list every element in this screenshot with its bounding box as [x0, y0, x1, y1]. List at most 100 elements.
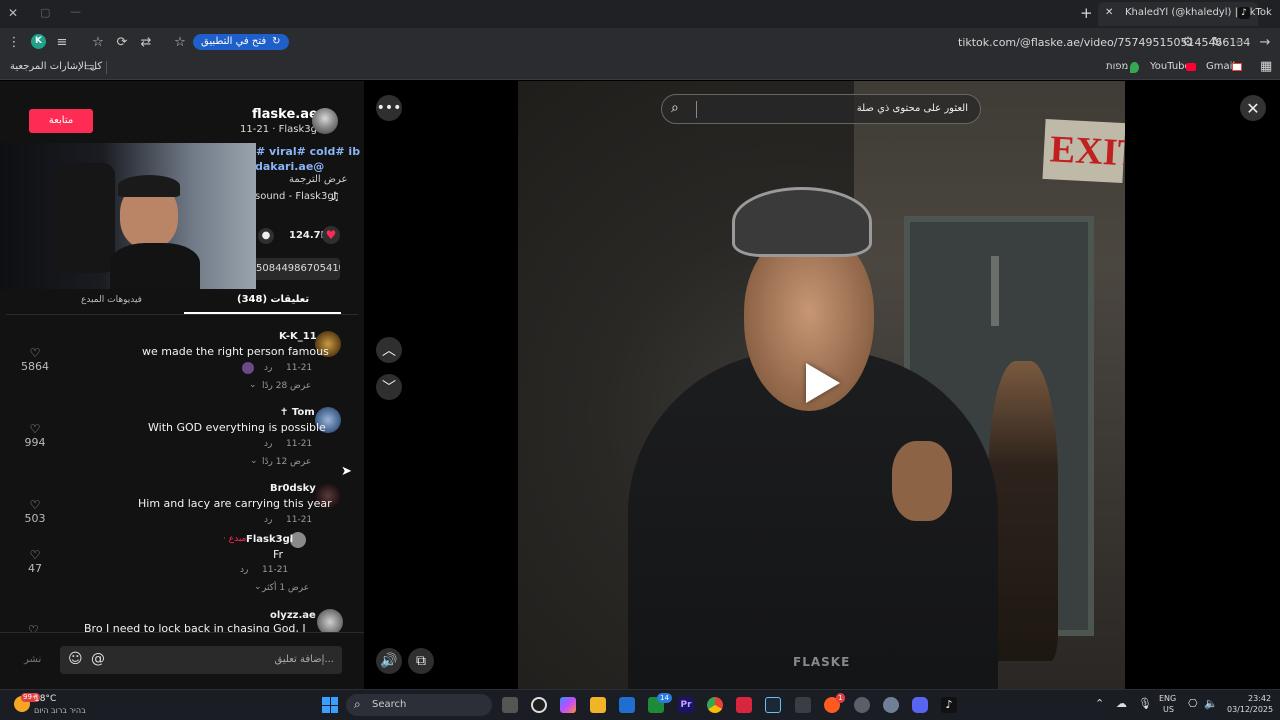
heart-outline-icon: ♡ [29, 498, 41, 512]
new-tab-button[interactable]: + [1080, 4, 1093, 22]
tab-creator-videos[interactable]: فيديوهات المبدع [81, 295, 142, 305]
chevron-down-icon: ⌄ [249, 380, 257, 390]
speaker-icon[interactable]: 🔈 [1204, 697, 1218, 710]
app-red-icon[interactable] [736, 697, 752, 713]
profile-avatar[interactable]: K [31, 34, 46, 49]
comment-author[interactable]: olyzz.ae [270, 610, 316, 621]
view-more-link[interactable]: عرض 1 أكثر [262, 583, 309, 593]
reply-author[interactable]: Flask3gl [246, 534, 293, 545]
heart-liked-icon[interactable]: ♥ [322, 226, 340, 244]
reply-link[interactable]: رد [240, 565, 248, 575]
active-tab[interactable]: ✕ KhaledYl (@khaledyl) | TikTok ♪ [1098, 2, 1272, 26]
menu-dots-icon[interactable]: ⋮ [4, 32, 24, 52]
system-gear-icon[interactable] [883, 697, 899, 713]
cloud-icon[interactable]: ☁ [1116, 697, 1127, 710]
tab-close-icon[interactable]: ✕ [1105, 7, 1113, 18]
comment-author[interactable]: ✝ Tom [280, 407, 315, 418]
reading-list-icon[interactable]: ≡ [52, 32, 72, 52]
reply-link[interactable]: رد [264, 439, 272, 449]
badge-14: 14 [657, 693, 672, 703]
mention-icon[interactable]: @ [91, 651, 105, 667]
volume-icon[interactable]: 🔊 [376, 648, 402, 674]
extensions-icon[interactable]: ⟳ [112, 32, 132, 52]
favorites-icon[interactable]: ☆ [88, 32, 108, 52]
back-icon[interactable]: → [1255, 32, 1275, 52]
previous-video-button[interactable]: ︿ [376, 337, 402, 363]
more-options-icon[interactable]: ••• [376, 95, 402, 121]
picture-in-picture-icon[interactable]: ⧉ [408, 648, 434, 674]
bookmark-maps[interactable]: מפות [1106, 61, 1128, 72]
caption-mention[interactable]: dakari.ae@ [255, 160, 324, 173]
comment-input[interactable]: ☺ @ إضافة تعليق... [60, 646, 342, 674]
reply-link[interactable]: رد [264, 363, 272, 373]
video-watermark: FLASKE [793, 655, 851, 669]
next-video-button[interactable]: ﹀ [376, 374, 402, 400]
lang-top[interactable]: ENG [1159, 694, 1176, 703]
reload-icon[interactable]: ↻ [1207, 32, 1227, 52]
discord-icon[interactable] [912, 697, 928, 713]
clock-date[interactable]: 03/12/2025 [1227, 705, 1273, 714]
view-replies-link[interactable]: عرض 12 ردًا [262, 457, 311, 467]
author-name[interactable]: flaske.ae [252, 107, 318, 122]
see-translation-link[interactable]: عرض الترجمة [289, 174, 347, 185]
lang-bottom[interactable]: US [1163, 705, 1174, 714]
tray-overflow-icon[interactable]: ⌃ [1095, 697, 1104, 710]
file-explorer-icon[interactable] [590, 697, 606, 713]
apps-grid-icon[interactable]: ▦ [1260, 59, 1272, 74]
microphone-icon[interactable]: 🎙 [1138, 697, 1152, 710]
store-icon[interactable] [619, 697, 635, 713]
video-player[interactable]: EXIT FLASKE [518, 81, 1125, 689]
bookmark-gmail[interactable]: Gmail [1206, 61, 1235, 72]
translate-icon[interactable]: ⇄ [136, 32, 156, 52]
app-window-icon[interactable] [795, 697, 811, 713]
bookmark-youtube[interactable]: YouTube [1150, 61, 1191, 72]
windows-start-icon[interactable] [322, 697, 338, 713]
bookmark-star-icon[interactable]: ☆ [170, 32, 190, 52]
emoji-icon[interactable]: ☺ [68, 651, 83, 667]
network-icon[interactable]: ⎔ [1188, 697, 1198, 710]
tab-comments[interactable]: تعليقات (348) [237, 294, 309, 305]
obs-icon[interactable] [531, 697, 547, 713]
reply-link[interactable]: رد [264, 515, 272, 525]
comment-like[interactable]: ♡ 994 [20, 422, 50, 449]
chrome-icon[interactable] [707, 697, 723, 713]
comment-like-count: 994 [24, 436, 46, 449]
follow-button[interactable]: متابعة [29, 109, 93, 133]
caption-hashtags[interactable]: # viral# cold# ib [256, 145, 360, 158]
open-app-icon: ↻ [272, 36, 281, 47]
comment-bubble-icon[interactable]: ● [258, 228, 274, 244]
reply-like[interactable]: ♡ 47 [20, 548, 50, 575]
author-avatar[interactable] [312, 108, 338, 134]
comment-like[interactable]: ♡ 503 [20, 498, 50, 525]
view-replies-link[interactable]: عرض 28 ردًا [262, 381, 311, 391]
comment-author[interactable]: K-K_11 [279, 331, 317, 342]
settings-gear-icon[interactable] [854, 697, 870, 713]
forward-icon[interactable]: ← [1231, 32, 1251, 52]
play-icon[interactable] [806, 363, 840, 403]
copilot-icon[interactable] [560, 697, 576, 713]
sound-name[interactable]: sound - Flask3gl [255, 191, 336, 202]
window-minimize-icon[interactable]: — [70, 5, 81, 18]
site-settings-icon[interactable]: ⚙ [1178, 32, 1198, 52]
copy-link-field[interactable]: 5084498670541б [252, 258, 340, 280]
search-placeholder: العثور على محتوى ذي صلة [856, 103, 968, 114]
comment-date: 11-21 [286, 363, 313, 373]
search-icon[interactable]: ⌕ [671, 100, 679, 116]
window-restore-icon[interactable]: ▢ [40, 6, 50, 19]
taskbar-search-box[interactable]: ⌕ Search [346, 694, 492, 716]
clock-time[interactable]: 23:42 [1248, 694, 1271, 703]
tiktok-icon[interactable]: ♪ [941, 697, 957, 713]
steam-icon[interactable] [765, 697, 781, 713]
premiere-icon[interactable]: Pr [678, 697, 694, 713]
heart-outline-icon: ♡ [29, 346, 41, 360]
search-bar[interactable]: ⌕ العثور على محتوى ذي صلة [661, 94, 981, 124]
task-view-icon[interactable] [502, 697, 518, 713]
subject-hand [892, 441, 952, 521]
comment-like[interactable]: ♡ 5864 [20, 346, 50, 373]
comment-text: we made the right person famous [142, 345, 329, 358]
close-video-button[interactable]: ✕ [1240, 95, 1266, 121]
comment-author[interactable]: Br0dsky [270, 483, 316, 494]
post-comment-button[interactable]: نشر [24, 654, 41, 665]
open-in-app-button[interactable]: فتح في التطبيق ↻ [193, 34, 289, 50]
window-close-icon[interactable]: ✕ [8, 6, 18, 20]
